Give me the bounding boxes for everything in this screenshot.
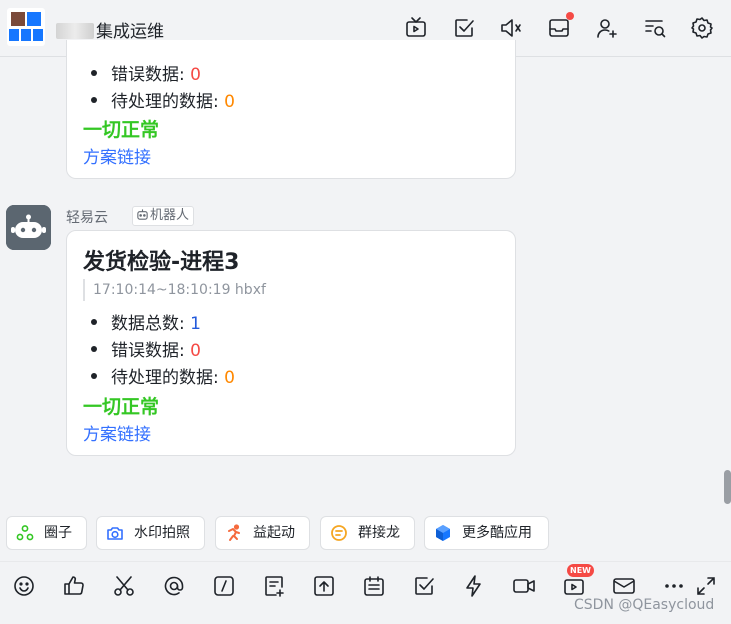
app-yiqidong-button[interactable]: 益起动 [215, 516, 310, 550]
task-icon[interactable] [412, 574, 436, 598]
calendar-icon[interactable] [362, 574, 386, 598]
total-count-row: 数据总数: 1 [91, 309, 201, 334]
lightning-icon[interactable] [462, 574, 486, 598]
task-check-icon[interactable] [452, 16, 476, 40]
mute-speaker-icon[interactable] [499, 16, 523, 40]
bot-avatar[interactable] [6, 205, 51, 250]
tv-icon[interactable] [404, 16, 428, 40]
emoji-icon[interactable] [12, 574, 36, 598]
notification-dot [566, 12, 574, 20]
group-avatar[interactable] [7, 8, 45, 46]
slash-command-icon[interactable] [212, 574, 236, 598]
error-count-row: 错误数据: 0 [91, 336, 201, 361]
status-ok-text: 一切正常 [83, 396, 160, 418]
pending-count-row: 待处理的数据: 0 [91, 363, 235, 388]
live-icon[interactable] [562, 574, 586, 598]
error-count-value: 0 [190, 65, 201, 85]
expand-icon[interactable] [694, 574, 718, 598]
app-watermark-photo-button[interactable]: 水印拍照 [96, 516, 205, 550]
sender-name[interactable]: 轻易云 [66, 207, 108, 227]
app-circle-button[interactable]: 圈子 [6, 516, 87, 550]
inbox-icon[interactable] [547, 12, 574, 40]
pending-count-value: 0 [224, 92, 235, 112]
chat-title: 集成运维 [56, 17, 164, 42]
robot-icon [137, 209, 148, 220]
message-card: 发货检验-进程3 17:10:14~18:10:19 hbxf 数据总数: 1 … [66, 230, 516, 456]
app-more-apps-button[interactable]: 更多酷应用 [424, 516, 549, 550]
mention-icon[interactable] [162, 574, 186, 598]
camera-icon [106, 524, 124, 542]
pending-count-value: 0 [224, 368, 235, 388]
previous-message-card: 错误数据: 0 待处理的数据: 0 一切正常 方案链接 [66, 40, 516, 179]
error-count-row: 错误数据: 0 [91, 60, 201, 85]
time-range-quote: 17:10:14~18:10:19 hbxf [83, 279, 266, 301]
bot-tag: 机器人 [132, 206, 195, 226]
card-title: 发货检验-进程3 [83, 250, 240, 275]
more-apps-icon [434, 524, 452, 542]
watermark-text: CSDN @QEasycloud [574, 597, 715, 613]
app-relay-button[interactable]: 群接龙 [320, 516, 415, 550]
plan-link[interactable]: 方案链接 [83, 420, 151, 445]
plan-link[interactable]: 方案链接 [83, 143, 151, 168]
settings-gear-icon[interactable] [690, 16, 714, 40]
relay-icon [330, 524, 348, 542]
more-icon[interactable] [662, 574, 686, 598]
toolbar-divider [0, 561, 731, 562]
circle-group-icon [16, 524, 34, 542]
running-icon [225, 524, 243, 542]
video-call-icon[interactable] [512, 574, 536, 598]
scrollbar-thumb[interactable] [724, 470, 731, 504]
new-badge: NEW [567, 564, 594, 577]
upload-file-icon[interactable] [312, 574, 336, 598]
thumbs-up-icon[interactable] [62, 574, 86, 598]
pending-count-row: 待处理的数据: 0 [91, 87, 235, 112]
search-history-icon[interactable] [643, 16, 667, 40]
mail-icon[interactable] [612, 574, 636, 598]
total-count-value: 1 [190, 314, 201, 334]
scissors-icon[interactable] [112, 574, 136, 598]
error-count-value: 0 [190, 341, 201, 361]
status-ok-text: 一切正常 [83, 119, 160, 141]
doc-add-icon[interactable] [262, 574, 286, 598]
add-member-icon[interactable] [595, 16, 619, 40]
